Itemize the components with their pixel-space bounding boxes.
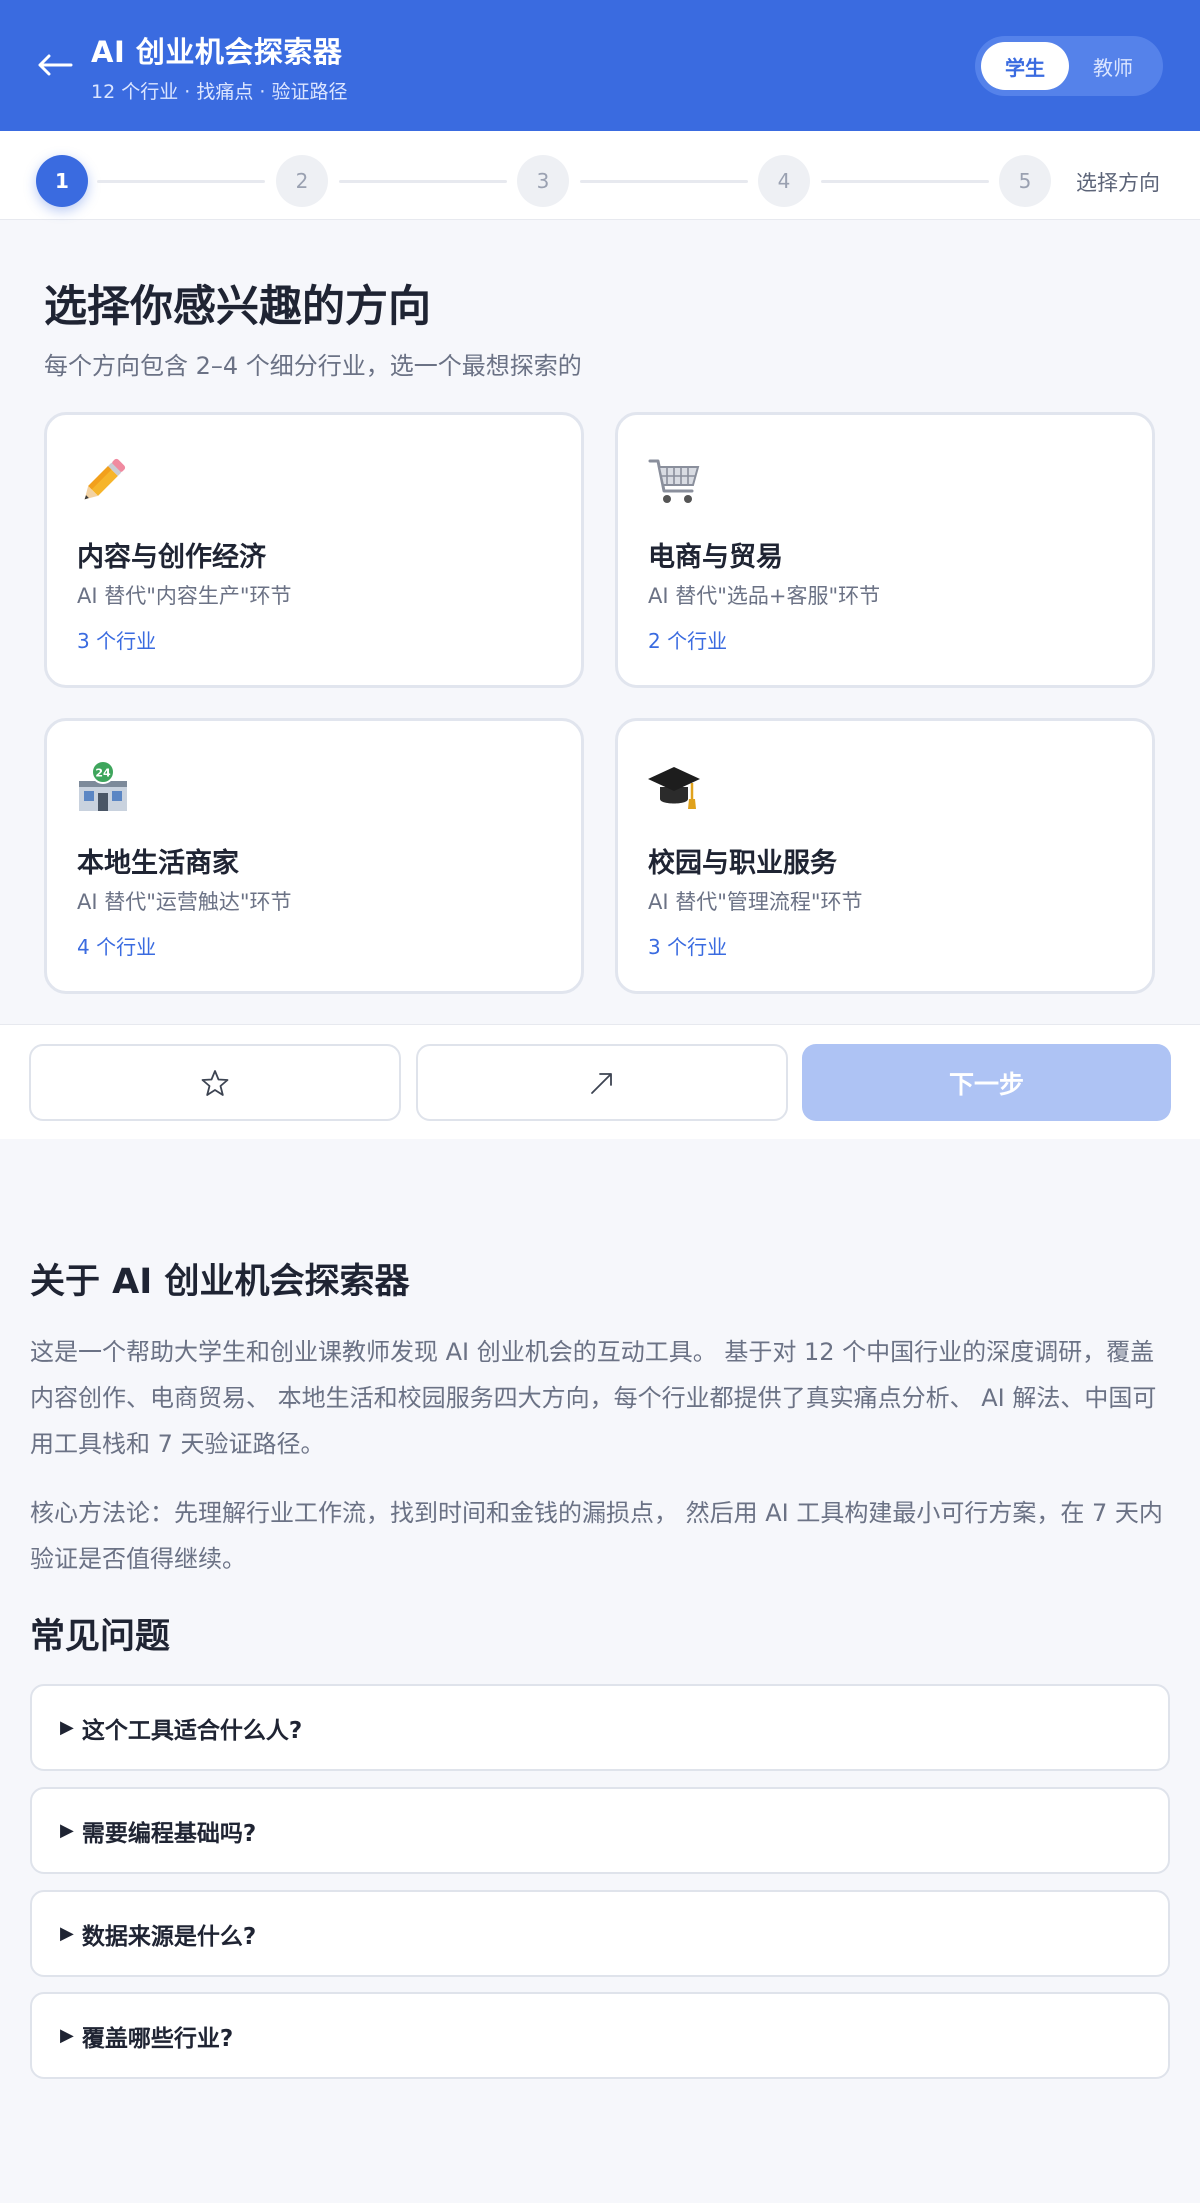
faq-item[interactable]: ▶ 这个工具适合什么人? [30, 1684, 1170, 1771]
about-title: 关于 AI 创业机会探索器 [30, 1262, 410, 1302]
share-button[interactable] [416, 1044, 788, 1121]
graduation-cap-icon [648, 767, 700, 809]
step-connector [580, 180, 748, 183]
faq-question: 这个工具适合什么人? [81, 1717, 303, 1744]
app-subtitle: 12 个行业 · 找痛点 · 验证路径 [91, 81, 348, 103]
card-description: AI 替代"运营触达"环节 [77, 890, 292, 914]
next-step-button[interactable]: 下一步 [802, 1044, 1171, 1121]
svg-text:24: 24 [95, 767, 111, 780]
card-description: AI 替代"选品+客服"环节 [648, 584, 881, 608]
card-industry-count: 4 个行业 [77, 935, 157, 959]
faq-question-row: ▶ 数据来源是什么? [60, 1892, 256, 1975]
card-title: 电商与贸易 [648, 542, 783, 573]
faq-title: 常见问题 [30, 1617, 171, 1657]
direction-card-local[interactable]: 24 本地生活商家 AI 替代"运营触达"环节 4 个行业 [44, 718, 584, 994]
step-5: 5 [999, 155, 1051, 207]
faq-question-row: ▶ 覆盖哪些行业? [60, 1994, 233, 2077]
faq-question: 数据来源是什么? [81, 1923, 257, 1950]
step-3: 3 [517, 155, 569, 207]
app-header: AI 创业机会探索器 12 个行业 · 找痛点 · 验证路径 学生 教师 [0, 0, 1200, 131]
role-teacher-button[interactable]: 教师 [1069, 42, 1157, 90]
faq-item[interactable]: ▶ 覆盖哪些行业? [30, 1992, 1170, 2079]
shopping-cart-icon [648, 459, 700, 503]
faq-question-row: ▶ 这个工具适合什么人? [60, 1686, 302, 1769]
about-paragraph: 这是一个帮助大学生和创业课教师发现 AI 创业机会的互动工具。 基于对 12 个… [30, 1338, 1157, 1458]
convenience-store-icon: 24 [79, 760, 127, 811]
role-toggle: 学生 教师 [975, 36, 1163, 96]
triangle-right-icon: ▶ [60, 1923, 74, 1944]
back-button[interactable] [36, 46, 74, 84]
step-connector [821, 180, 989, 183]
progress-stepper: 1 2 3 4 5 选择方向 [0, 131, 1200, 220]
card-industry-count: 3 个行业 [648, 935, 728, 959]
app-title: AI 创业机会探索器 [91, 35, 343, 69]
triangle-right-icon: ▶ [60, 1717, 74, 1738]
card-description: AI 替代"管理流程"环节 [648, 890, 863, 914]
card-title: 校园与职业服务 [648, 848, 837, 879]
faq-question: 需要编程基础吗? [81, 1820, 257, 1847]
share-arrow-icon [591, 1072, 612, 1094]
step-2: 2 [276, 155, 328, 207]
step-connector [339, 180, 507, 183]
card-title: 本地生活商家 [77, 848, 239, 879]
step-1: 1 [36, 155, 88, 207]
triangle-right-icon: ▶ [60, 1820, 74, 1841]
direction-card-ecommerce[interactable]: 电商与贸易 AI 替代"选品+客服"环节 2 个行业 [615, 412, 1155, 688]
current-step-label: 选择方向 [1076, 171, 1160, 195]
card-industry-count: 2 个行业 [648, 629, 728, 653]
page-title: 选择你感兴趣的方向 [44, 282, 431, 332]
direction-card-campus[interactable]: 校园与职业服务 AI 替代"管理流程"环节 3 个行业 [615, 718, 1155, 994]
faq-question: 覆盖哪些行业? [81, 2025, 234, 2052]
card-title: 内容与创作经济 [77, 542, 266, 573]
faq-item[interactable]: ▶ 数据来源是什么? [30, 1890, 1170, 1977]
role-student-button[interactable]: 学生 [981, 42, 1069, 90]
star-icon [201, 1069, 229, 1096]
card-description: AI 替代"内容生产"环节 [77, 584, 292, 608]
faq-item[interactable]: ▶ 需要编程基础吗? [30, 1787, 1170, 1874]
step-4: 4 [758, 155, 810, 207]
card-industry-count: 3 个行业 [77, 629, 157, 653]
triangle-right-icon: ▶ [60, 2025, 74, 2046]
direction-card-content[interactable]: 内容与创作经济 AI 替代"内容生产"环节 3 个行业 [44, 412, 584, 688]
action-bar: 下一步 [0, 1024, 1200, 1139]
step-connector [97, 180, 265, 183]
page-subtitle: 每个方向包含 2–4 个细分行业，选一个最想探索的 [44, 352, 582, 380]
about-methodology: 核心方法论：先理解行业工作流，找到时间和金钱的漏损点， 然后用 AI 工具构建最… [30, 1499, 1163, 1573]
pencil-icon [84, 458, 126, 500]
faq-question-row: ▶ 需要编程基础吗? [60, 1789, 256, 1872]
favorite-button[interactable] [29, 1044, 401, 1121]
arrow-left-icon [38, 54, 73, 76]
